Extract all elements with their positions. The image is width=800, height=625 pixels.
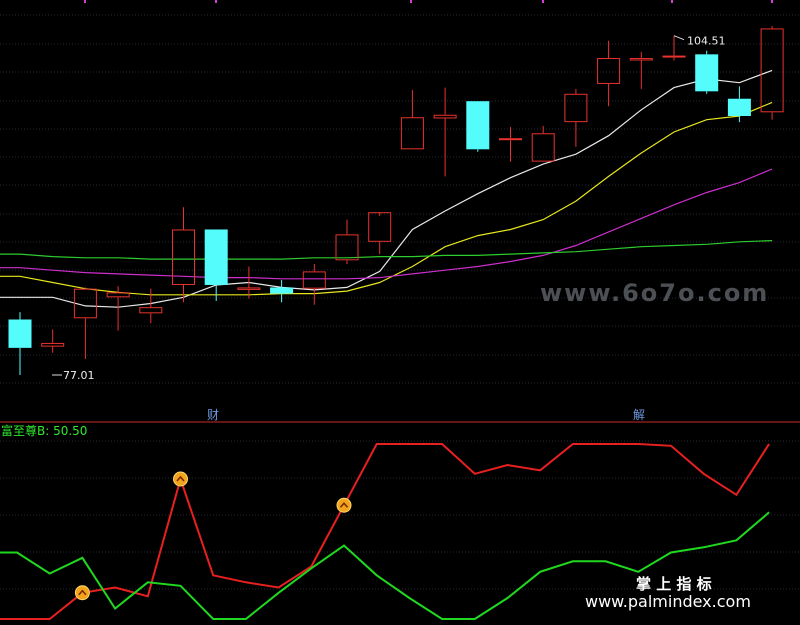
candle [531,125,555,162]
candle-body [760,28,784,113]
signal-marker [74,585,90,601]
candle-body [662,55,686,58]
indicator-label: 富至尊B: 50.50 [1,423,87,438]
candle [368,212,392,255]
candle-body [139,307,163,314]
candle [499,127,522,162]
watermark-bottom-cn: 掌 上 指 标 [636,575,712,593]
candle [466,101,490,152]
signal-markers [74,471,352,601]
top-tick [542,0,544,3]
signal-marker [336,497,352,513]
candle [8,312,32,375]
top-tick [84,0,86,3]
candle-body [8,319,32,348]
high-label: 104.51 [687,35,726,48]
candle-body [335,234,359,261]
top-tick [410,0,412,3]
candle [564,88,588,147]
candle-body [499,138,522,141]
candle-body [400,117,424,150]
top-tick [671,0,673,3]
ma-line-2 [0,101,773,296]
candlesticks [8,25,784,375]
candle [204,229,228,301]
signal-marker-circle [336,497,352,513]
candle-body [564,93,588,123]
signal-marker-circle [173,471,188,487]
candle [629,51,653,89]
candle-body [695,54,719,92]
candle-body [466,101,490,150]
candle [106,286,130,331]
candle-body [270,287,294,294]
high-arrow [673,35,685,41]
date-marker-cai: 财 [207,408,219,422]
candle [695,50,719,94]
watermark-top: www.6o7o.com [540,279,769,307]
low-label: 77.01 [63,369,95,382]
chart-canvas[interactable]: www.6o7o.com 104.51 77.01 财 解 富至尊B: 50.50… [0,0,800,625]
price-annotations: 104.51 77.01 [52,35,726,382]
candle-body [302,271,326,289]
candle-body [41,342,65,347]
candle-body [727,98,751,116]
stock-chart-screen: www.6o7o.com 104.51 77.01 财 解 富至尊B: 50.50… [0,0,800,625]
candle [597,40,621,107]
moving-average-lines [0,69,773,308]
candle [400,90,424,150]
candle-body [204,229,228,285]
top-tick [215,0,217,3]
ma-line-1 [0,69,773,308]
candle-body [237,287,261,290]
candle [172,207,195,303]
candle [433,87,457,177]
date-marker-jie: 解 [633,408,645,422]
candle-body [629,58,653,61]
candle-body [433,114,457,119]
signal-marker-circle [74,585,90,601]
candle-body [597,58,621,84]
candle [41,329,65,353]
candle-body [368,212,392,242]
watermark-bottom-url: www.palmindex.com [585,592,751,611]
candle [662,35,686,61]
signal-marker [173,471,188,487]
top-tick [771,0,773,3]
ma-line-4 [0,240,773,260]
candle [270,280,294,303]
